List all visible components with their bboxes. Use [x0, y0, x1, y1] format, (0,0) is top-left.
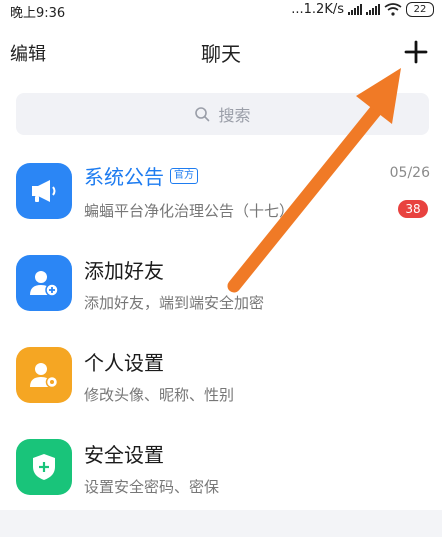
- signal-icon-2: [366, 4, 380, 15]
- item-subtitle: 修改头像、昵称、性别: [84, 386, 235, 404]
- list-item-personal-settings[interactable]: 个人设置 修改头像、昵称、性别: [0, 331, 442, 423]
- item-subtitle: 设置安全密码、密保: [84, 478, 220, 496]
- megaphone-icon: [16, 163, 72, 219]
- official-badge: 官方: [170, 167, 198, 184]
- item-title: 个人设置: [84, 351, 164, 375]
- item-subtitle: 添加好友，端到端安全加密: [84, 294, 265, 312]
- nav-bar: 编辑 聊天: [0, 22, 442, 84]
- search-icon: [195, 107, 210, 122]
- signal-icon: [348, 4, 362, 15]
- list-item-add-friend[interactable]: 添加好友 添加好友，端到端安全加密: [0, 239, 442, 331]
- item-subtitle: 蝙蝠平台净化治理公告（十七）: [84, 202, 295, 220]
- network-speed: ...1.2K/s: [291, 2, 344, 17]
- item-time: 05/26: [389, 165, 430, 181]
- battery-icon: 22: [406, 2, 434, 17]
- list-item-security-settings[interactable]: 安全设置 设置安全密码、密保: [0, 423, 442, 515]
- add-plus-icon[interactable]: [398, 32, 434, 72]
- list-item-announcement[interactable]: 系统公告 官方 蝙蝠平台净化治理公告（十七） 05/26 38: [0, 147, 442, 239]
- shield-icon: [16, 439, 72, 495]
- search-bar[interactable]: 搜索: [16, 93, 429, 135]
- status-time: 晚上9:36: [10, 6, 66, 21]
- status-bar: 晚上9:36 ...1.2K/s 22: [0, 0, 442, 22]
- status-right: ...1.2K/s 22: [291, 2, 434, 17]
- user-settings-icon: [16, 347, 72, 403]
- bottom-area: [0, 510, 442, 537]
- page-title: 聊天: [201, 42, 241, 66]
- item-title: 安全设置: [84, 443, 164, 467]
- add-user-icon: [16, 255, 72, 311]
- item-title: 添加好友: [84, 259, 164, 283]
- search-placeholder: 搜索: [218, 106, 251, 125]
- wifi-icon: [384, 3, 402, 16]
- item-title: 系统公告: [84, 165, 164, 189]
- unread-badge: 38: [398, 200, 428, 218]
